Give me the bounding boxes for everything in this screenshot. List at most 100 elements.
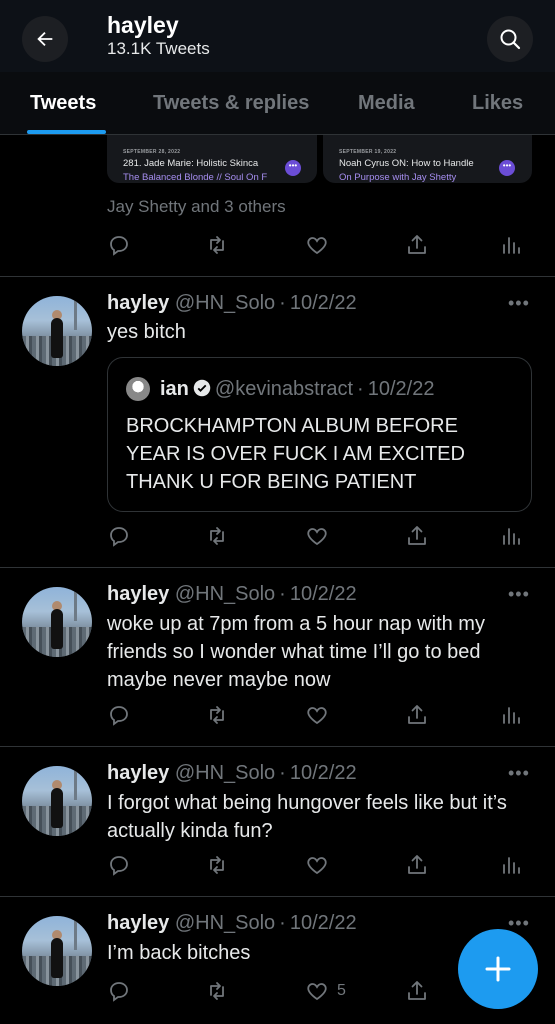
like-button[interactable] <box>305 522 329 550</box>
heart-icon <box>307 528 327 546</box>
quote-date: 10/2/22 <box>367 378 435 400</box>
share-button[interactable] <box>405 851 429 879</box>
tab-media[interactable]: Media <box>358 92 415 115</box>
plus-icon <box>485 956 511 982</box>
dot-separator: · <box>279 912 286 934</box>
tweet-header: hayley @HN_Solo · 10/2/22 <box>107 292 357 315</box>
reply-icon <box>110 982 128 1002</box>
share-icon <box>408 526 426 545</box>
dot-separator: · <box>279 583 286 605</box>
tweet-text: woke up at 7pm from a 5 hour nap with my… <box>107 613 485 691</box>
retweet-button[interactable] <box>205 231 229 259</box>
avatar[interactable] <box>22 766 92 836</box>
quote-header: ian @kevinabstract · 10/2/22 <box>160 378 434 401</box>
tweet-header: hayley @HN_Solo · 10/2/22 <box>107 912 357 935</box>
tweet-author-name[interactable]: hayley <box>107 583 169 605</box>
tweet-header: hayley @HN_Solo · 10/2/22 <box>107 583 357 606</box>
retweet-button[interactable] <box>205 851 229 879</box>
tweet-author-name[interactable]: hayley <box>107 762 169 784</box>
like-button[interactable] <box>305 701 329 729</box>
heart-icon <box>307 857 327 875</box>
card-date: SEPTEMBER 28, 2022 <box>123 149 181 155</box>
views-button[interactable] <box>499 522 523 550</box>
tweet-handle[interactable]: @HN_Solo <box>175 762 275 784</box>
like-button[interactable] <box>305 851 329 879</box>
quote-avatar <box>126 377 150 401</box>
share-icon <box>408 235 426 254</box>
back-button[interactable] <box>22 16 68 62</box>
reply-button[interactable] <box>107 851 131 879</box>
retweet-icon <box>210 236 224 254</box>
quoted-tweet[interactable]: ian @kevinabstract · 10/2/22 BROCKHAMPTON A… <box>107 357 532 512</box>
profile-header: hayley 13.1K Tweets <box>0 0 555 72</box>
share-button[interactable] <box>405 231 429 259</box>
tweet-author-name[interactable]: hayley <box>107 292 169 314</box>
tweet-handle[interactable]: @HN_Solo <box>175 292 275 314</box>
tweet-handle[interactable]: @HN_Solo <box>175 912 275 934</box>
compose-tweet-button[interactable] <box>458 929 538 1009</box>
retweet-button[interactable] <box>205 522 229 550</box>
like-count: 5 <box>337 982 346 999</box>
share-icon <box>408 705 426 724</box>
search-button[interactable] <box>487 16 533 62</box>
views-button[interactable] <box>499 851 523 879</box>
like-button[interactable] <box>305 231 329 259</box>
podcast-card[interactable]: SEPTEMBER 19, 2022 Noah Cyrus ON: How to… <box>323 135 532 183</box>
card-subtitle: On Purpose with Jay Shetty <box>339 172 457 183</box>
more-icon[interactable]: ••• <box>285 160 301 176</box>
tweet-text: yes bitch <box>107 321 186 343</box>
tweet-author-name[interactable]: hayley <box>107 912 169 934</box>
heart-icon <box>307 707 327 725</box>
tweet-handle[interactable]: @HN_Solo <box>175 583 275 605</box>
views-button[interactable] <box>499 231 523 259</box>
more-options-icon[interactable]: ••• <box>508 584 530 605</box>
reply-button[interactable] <box>107 522 131 550</box>
tweet-date[interactable]: 10/2/22 <box>290 762 357 784</box>
tab-likes[interactable]: Likes <box>472 92 523 115</box>
views-button[interactable] <box>499 701 523 729</box>
tweet-date[interactable]: 10/2/22 <box>290 912 357 934</box>
tweet-date[interactable]: 10/2/22 <box>290 292 357 314</box>
avatar[interactable] <box>22 587 92 657</box>
share-button[interactable] <box>405 701 429 729</box>
avatar[interactable] <box>22 296 92 366</box>
retweet-button[interactable] <box>205 701 229 729</box>
views-icon <box>503 528 520 545</box>
verified-badge-icon <box>193 379 211 397</box>
active-tab-indicator <box>27 130 106 134</box>
card-date: SEPTEMBER 19, 2022 <box>339 149 397 155</box>
retweet-icon <box>210 706 224 724</box>
retweet-icon <box>210 527 224 545</box>
profile-name: hayley <box>107 12 179 38</box>
reply-icon <box>110 856 128 876</box>
share-button[interactable] <box>405 522 429 550</box>
divider <box>0 746 555 747</box>
share-icon <box>408 981 426 1000</box>
card-title: 281. Jade Marie: Holistic Skinca <box>123 158 259 169</box>
more-options-icon[interactable]: ••• <box>508 763 530 784</box>
tweet-actions <box>107 522 527 550</box>
social-context[interactable]: Jay Shetty and 3 others <box>107 197 286 217</box>
share-button[interactable] <box>405 977 429 1005</box>
like-button[interactable]: 5 <box>305 977 346 1005</box>
podcast-card[interactable]: SEPTEMBER 28, 2022 281. Jade Marie: Holi… <box>107 135 317 183</box>
tab-tweets-and-replies[interactable]: Tweets & replies <box>153 92 309 115</box>
profile-tabs: Tweets Tweets & replies Media Likes <box>0 72 555 135</box>
retweet-button[interactable] <box>205 977 229 1005</box>
reply-icon <box>110 236 128 256</box>
reply-button[interactable] <box>107 701 131 729</box>
reply-button[interactable] <box>107 977 131 1005</box>
divider <box>0 896 555 897</box>
heart-icon <box>307 237 327 255</box>
tweet-date[interactable]: 10/2/22 <box>290 583 357 605</box>
reply-button[interactable] <box>107 231 131 259</box>
more-options-icon[interactable]: ••• <box>508 293 530 314</box>
retweet-icon <box>210 856 224 874</box>
quote-author-name: ian <box>160 378 189 400</box>
divider <box>0 276 555 277</box>
more-icon[interactable]: ••• <box>499 160 515 176</box>
reply-icon <box>110 706 128 726</box>
search-icon <box>500 29 521 50</box>
avatar[interactable] <box>22 916 92 986</box>
tab-tweets[interactable]: Tweets <box>30 92 96 115</box>
